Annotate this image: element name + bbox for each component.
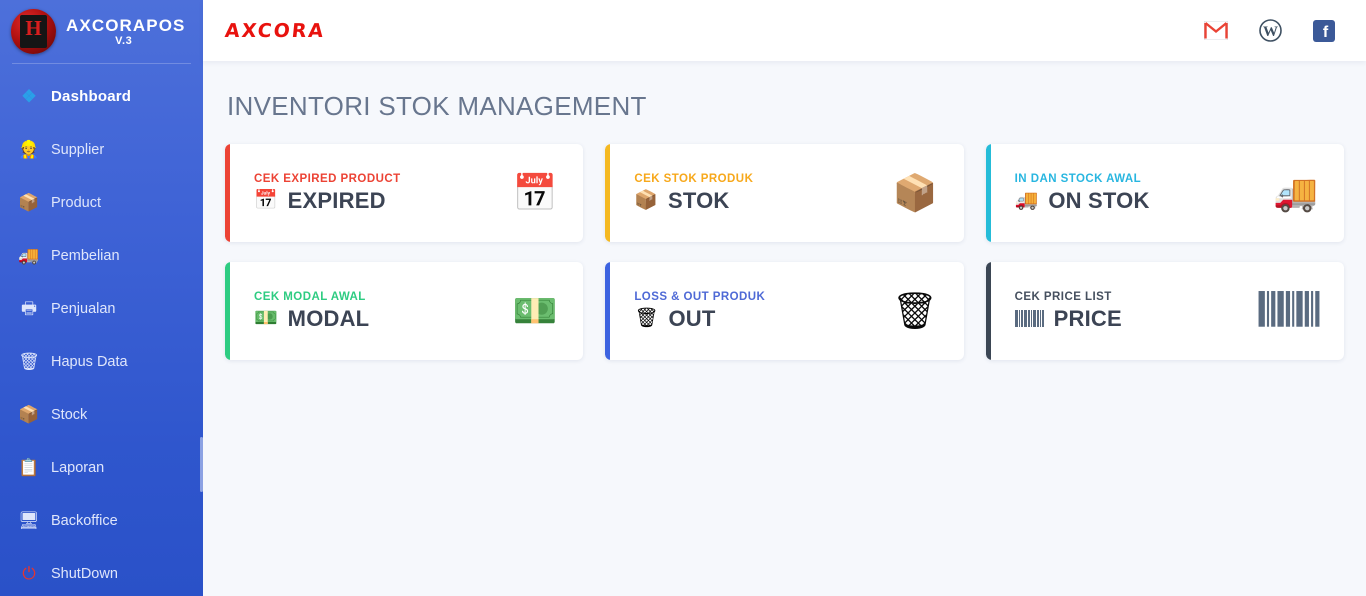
facebook-icon[interactable]: f [1312, 19, 1336, 43]
card-main-row: 🚚 ON STOK [1015, 188, 1150, 214]
card-accent-bar [985, 262, 991, 360]
delivery-truck-icon: 🚚 [18, 246, 40, 265]
money-man-icon: 💵 [254, 308, 278, 329]
sidebar-item-dashboard[interactable]: ❖ Dashboard [0, 70, 203, 123]
card-on-stok[interactable]: IN DAN STOCK AWAL 🚚 ON STOK 🚚 [985, 144, 1344, 242]
card-accent-bar [225, 144, 230, 242]
sidebar-item-label: Supplier [51, 141, 105, 158]
brand-title: AXCORAPOS [66, 16, 186, 36]
power-icon: ⏻ [22, 564, 36, 583]
calendar-icon: 📅 [254, 190, 278, 211]
sidebar-item-label: Laporan [51, 459, 105, 476]
sidebar-item-shutdown[interactable]: ⏻ ShutDown [0, 547, 203, 596]
money-man-icon-large: 💵 [512, 290, 558, 331]
card-out[interactable]: LOSS & OUT PRODUK 🗑 OUT 🗑 [605, 262, 964, 360]
trash-icon: 🗑 [18, 352, 40, 371]
card-title: OUT [668, 305, 716, 331]
card-text-group: CEK STOK PRODUK 📦 STOK [634, 173, 753, 214]
sidebar-item-label: Dashboard [51, 88, 132, 105]
card-stok[interactable]: CEK STOK PRODUK 📦 STOK 📦 [605, 144, 964, 242]
axcora-wordmark: AXCORA [223, 19, 327, 42]
topbar-icon-group: W f [1204, 19, 1336, 43]
box-icon: 📦 [634, 190, 658, 211]
sidebar-item-product[interactable]: 📦 Product [0, 176, 203, 229]
card-modal[interactable]: CEK MODAL AWAL 💵 MODAL 💵 [225, 262, 584, 360]
sidebar-item-label: Pembelian [51, 247, 120, 264]
gmail-icon[interactable] [1204, 19, 1228, 43]
card-title: STOK [668, 187, 730, 213]
sidebar-item-label: Hapus Data [51, 353, 128, 370]
card-kicker: LOSS & OUT PRODUK [634, 290, 766, 303]
trash-icon-large: 🗑 [891, 290, 938, 331]
cards-grid: CEK EXPIRED PRODUCT 📅 EXPIRED 📅 CEK STOK PRO… [225, 144, 1344, 360]
card-text-group: IN DAN STOCK AWAL 🚚 ON STOK [1015, 173, 1150, 214]
monitor-icon: 🖥 [18, 511, 40, 530]
box-icon-large: 📦 [892, 172, 938, 213]
sidebar-item-supplier[interactable]: 👷 Supplier [0, 123, 203, 176]
card-kicker: CEK STOK PRODUK [634, 172, 754, 185]
card-title: ON STOK [1048, 187, 1150, 213]
supplier-person-icon: 👷 [18, 140, 40, 159]
sidebar-item-hapus-data[interactable]: 🗑 Hapus Data [0, 335, 203, 388]
wordpress-icon[interactable]: W [1258, 19, 1282, 43]
card-kicker: CEK PRICE LIST [1014, 290, 1112, 303]
topbar: AXCORA W f [203, 0, 1366, 61]
content: INVENTORI STOK MANAGEMENT CEK EXPIRED PR… [203, 61, 1366, 360]
sidebar-item-laporan[interactable]: 📋 Laporan [0, 441, 203, 494]
card-kicker: IN DAN STOCK AWAL [1014, 172, 1142, 185]
card-main-row: 📅 EXPIRED [254, 188, 401, 214]
sidebar-nav: ❖ Dashboard 👷 Supplier 📦 Product 🚚 Pembelian 🖶 Pe… [0, 64, 203, 596]
sidebar-item-penjualan[interactable]: 🖶 Penjualan [0, 282, 203, 335]
app-root: AXCORAPOS V.3 ❖ Dashboard 👷 Supplier 📦 Produc… [0, 0, 1366, 596]
page-title: INVENTORI STOK MANAGEMENT [227, 91, 647, 121]
card-text-group: CEK MODAL AWAL 💵 MODAL [254, 291, 369, 332]
cash-register-icon: 🖶 [20, 299, 38, 318]
delivery-truck-icon: 🚚 [1014, 190, 1039, 211]
sidebar-item-label: Backoffice [51, 512, 118, 529]
main-area: AXCORA W f INVENTORI STOK MANAGEMENT CEK… [203, 0, 1366, 596]
card-price[interactable]: CEK PRICE LIST PRICE [985, 262, 1344, 360]
card-main-row: 💵 MODAL [254, 306, 369, 332]
windows-icon: ❖ [21, 87, 37, 106]
sidebar-brand: AXCORAPOS V.3 [0, 0, 203, 63]
card-accent-bar [225, 262, 230, 360]
svg-text:W: W [1263, 24, 1278, 40]
brand-version: V.3 [115, 35, 133, 48]
report-clipboard-icon: 📋 [18, 458, 40, 477]
sidebar: AXCORAPOS V.3 ❖ Dashboard 👷 Supplier 📦 Produc… [0, 0, 203, 596]
card-kicker: CEK EXPIRED PRODUCT [254, 172, 401, 185]
card-expired[interactable]: CEK EXPIRED PRODUCT 📅 EXPIRED 📅 [225, 144, 584, 242]
card-main-row: PRICE [1014, 305, 1122, 332]
calendar-icon-large: 📅 [512, 172, 558, 213]
card-title: PRICE [1053, 305, 1122, 331]
card-title: MODAL [287, 305, 370, 331]
card-text-group: LOSS & OUT PRODUK 🗑 OUT [634, 291, 765, 332]
sidebar-item-stock[interactable]: 📦 Stock [0, 388, 203, 441]
sidebar-item-label: Stock [51, 406, 88, 423]
barcode-icon [1014, 310, 1044, 327]
card-main-row: 🗑 OUT [634, 306, 765, 332]
sidebar-item-label: ShutDown [51, 565, 118, 582]
axcora-badge-icon [11, 9, 56, 54]
svg-text:f: f [1323, 24, 1329, 41]
card-text-group: CEK PRICE LIST PRICE [1014, 290, 1122, 332]
card-main-row: 📦 STOK [634, 188, 753, 214]
card-title: EXPIRED [287, 187, 386, 213]
sidebar-item-pembelian[interactable]: 🚚 Pembelian [0, 229, 203, 282]
card-text-group: CEK EXPIRED PRODUCT 📅 EXPIRED [254, 173, 401, 214]
card-accent-bar [605, 144, 611, 242]
delivery-truck-icon-large: 🚚 [1273, 172, 1318, 213]
card-accent-bar [605, 262, 611, 360]
card-accent-bar [985, 144, 991, 242]
stock-box-icon: 📦 [18, 405, 40, 424]
card-kicker: CEK MODAL AWAL [254, 290, 366, 303]
sidebar-item-label: Product [51, 194, 101, 211]
brand-text: AXCORAPOS V.3 [66, 15, 185, 47]
box-icon: 📦 [18, 193, 40, 212]
sidebar-item-label: Penjualan [51, 300, 116, 317]
sidebar-item-backoffice[interactable]: 🖥 Backoffice [0, 494, 203, 547]
trash-icon: 🗑 [634, 308, 659, 329]
barcode-icon [1258, 290, 1320, 327]
